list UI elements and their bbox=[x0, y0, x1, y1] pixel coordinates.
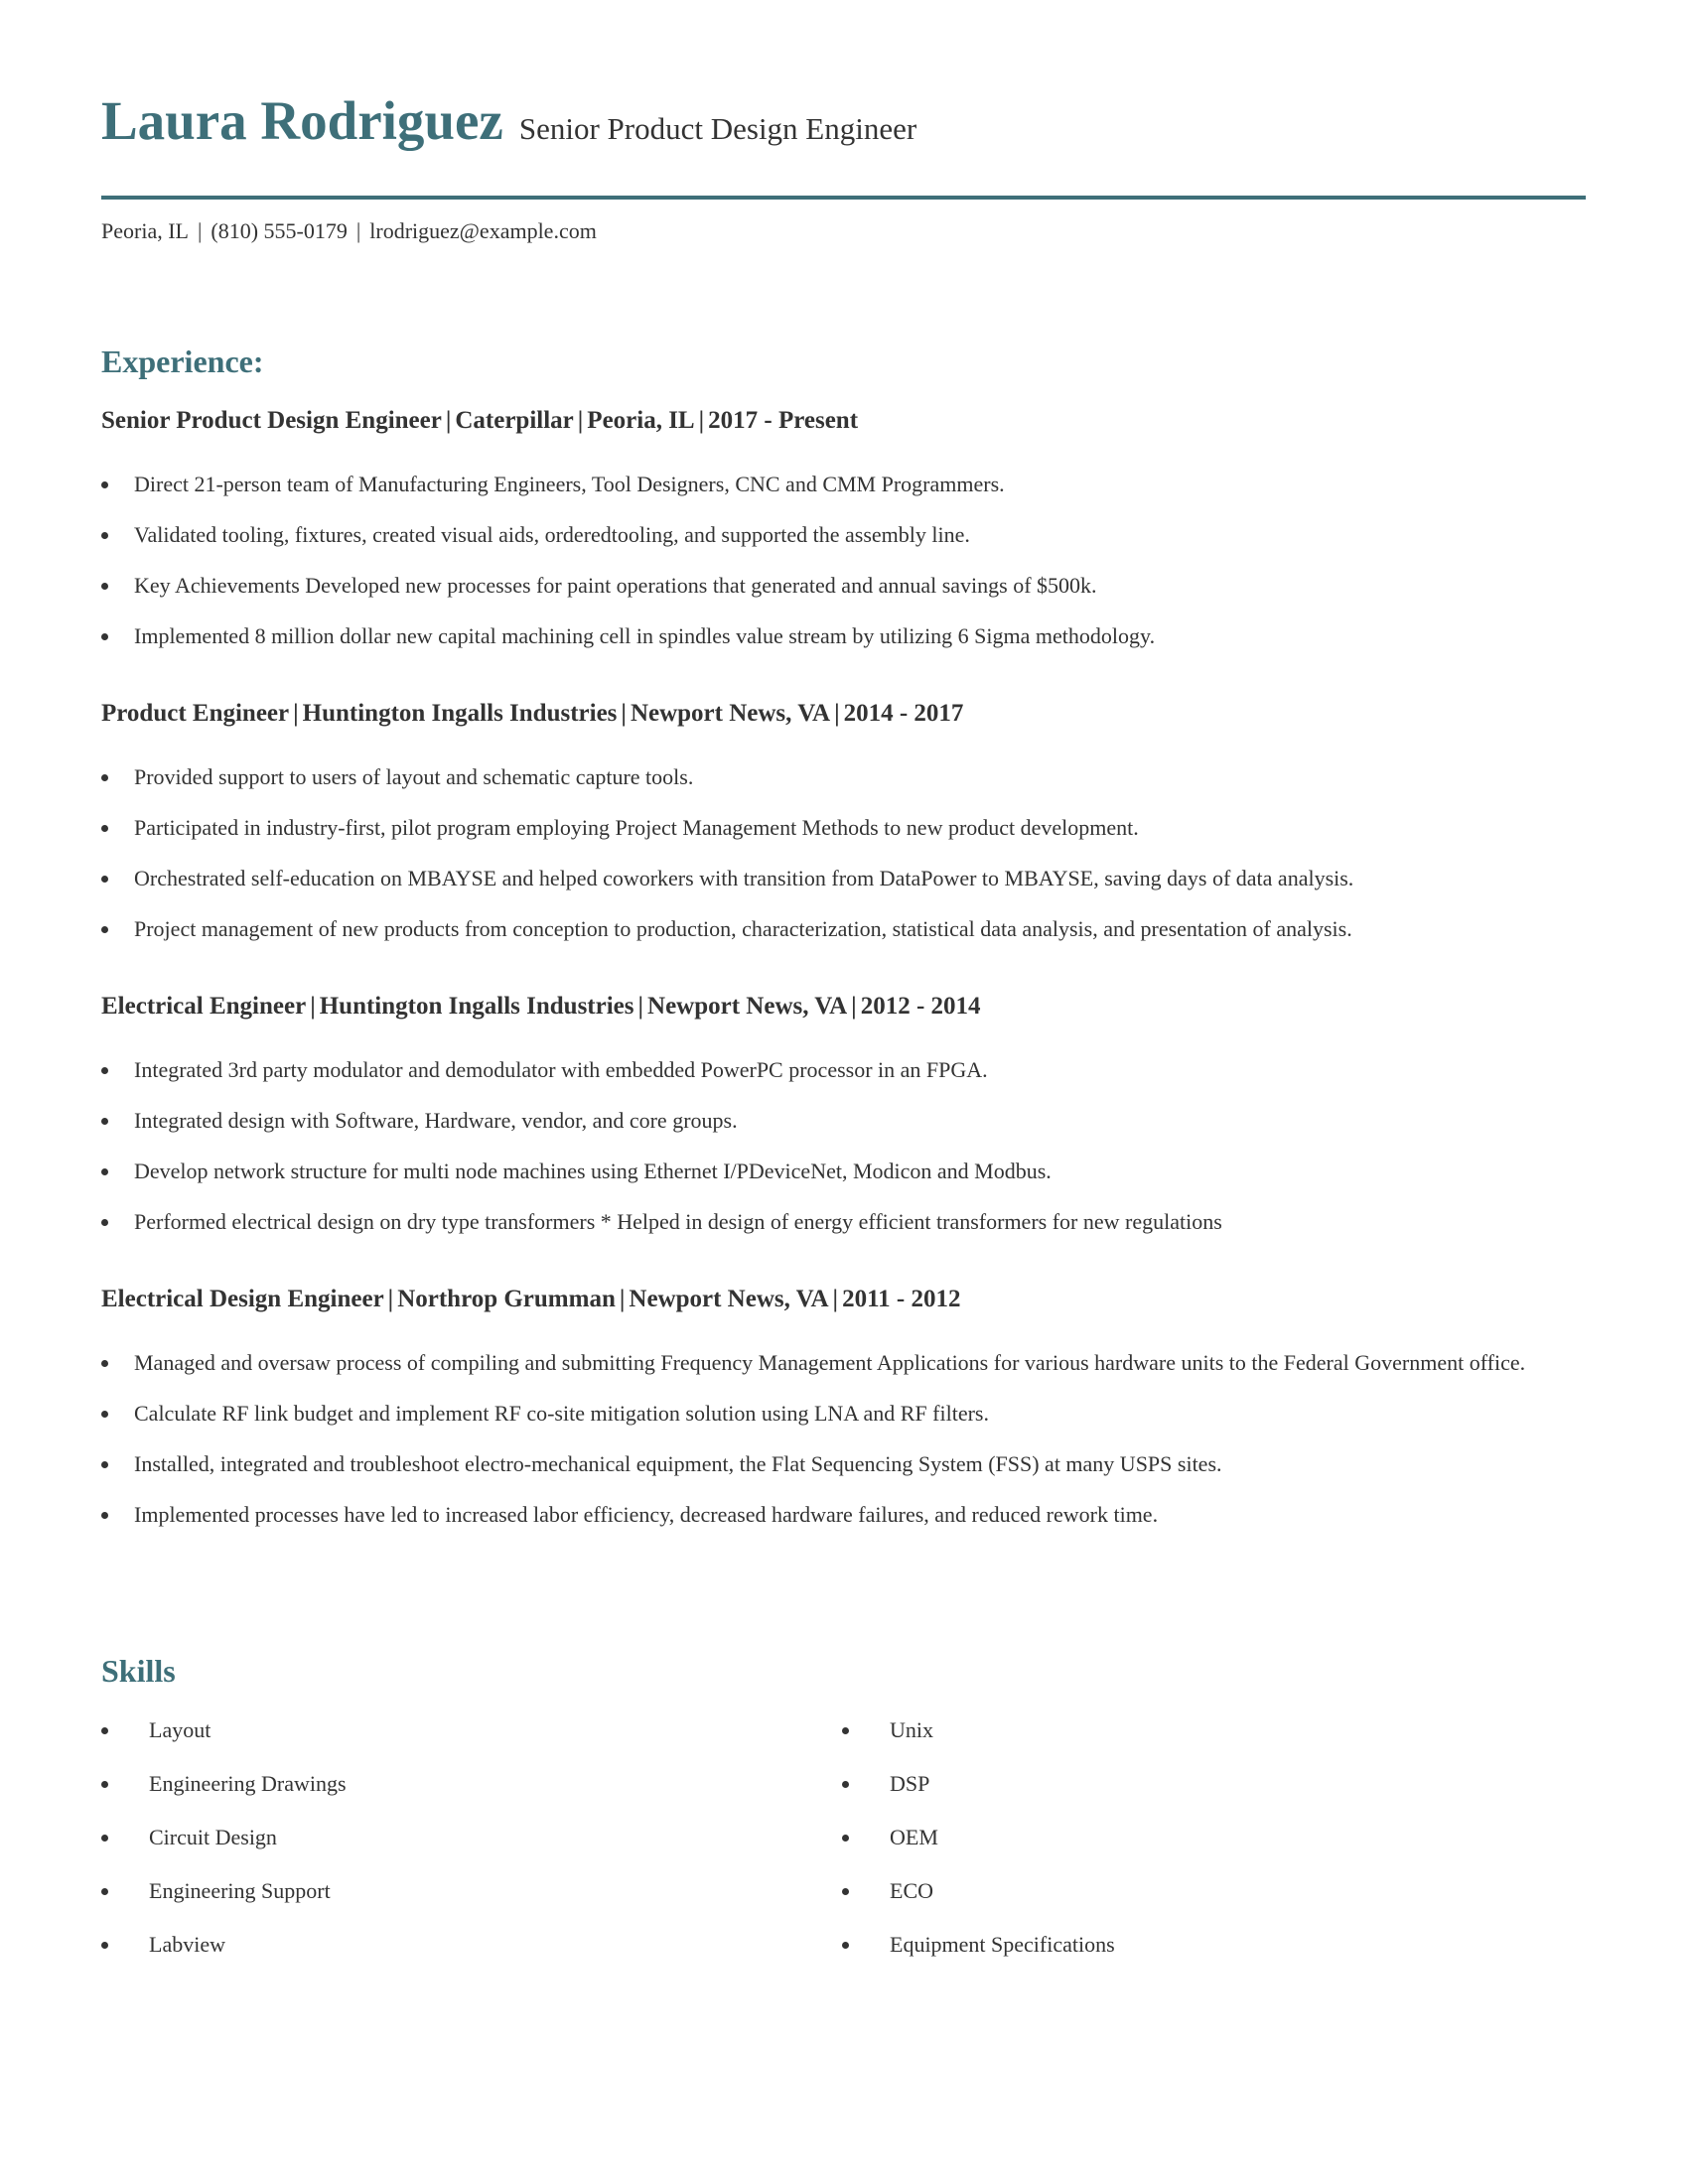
experience-heading: Experience: bbox=[101, 343, 264, 379]
job-bullets: Provided support to users of layout and … bbox=[101, 760, 1586, 946]
job-bullet: Installed, integrated and troubleshoot e… bbox=[101, 1447, 1586, 1481]
job-company: Northrop Grumman bbox=[397, 1286, 616, 1312]
candidate-title: Senior Product Design Engineer bbox=[518, 111, 917, 146]
skill-item: OEM bbox=[842, 1821, 1115, 1854]
job-entry: Product Engineer | Huntington Ingalls Indu… bbox=[101, 699, 1586, 946]
job-bullet: Performed electrical design on dry type … bbox=[101, 1205, 1586, 1239]
job-bullet: Project management of new products from … bbox=[101, 912, 1586, 946]
job-entry: Electrical Design Engineer | Northrop Grum… bbox=[101, 1285, 1586, 1532]
contact-email[interactable]: lrodriguez@example.com bbox=[369, 218, 597, 243]
job-dates: 2012 - 2014 bbox=[860, 993, 981, 1020]
job-bullets: Direct 21-person team of Manufacturing E… bbox=[101, 468, 1586, 653]
skill-item: Labview bbox=[101, 1928, 347, 1962]
job-company: Huntington Ingalls Industries bbox=[302, 700, 618, 727]
skill-item: Unix bbox=[842, 1713, 1115, 1747]
job-title: Senior Product Design Engineer | Caterpill… bbox=[101, 407, 859, 434]
job-bullet: Participated in industry-first, pilot pr… bbox=[101, 811, 1586, 845]
skill-item: ECO bbox=[842, 1874, 1115, 1908]
job-location: Newport News, VA bbox=[647, 993, 848, 1020]
contact-info: Peoria, IL | (810) 555-0179 | lrodriguez@exa… bbox=[101, 217, 597, 245]
job-bullet: Integrated 3rd party modulator and demod… bbox=[101, 1053, 1586, 1087]
job-bullets: Integrated 3rd party modulator and demod… bbox=[101, 1053, 1586, 1239]
job-dates: 2011 - 2012 bbox=[842, 1286, 961, 1312]
skills-heading: Skills bbox=[101, 1653, 176, 1689]
candidate-name: Laura Rodriguez bbox=[101, 90, 503, 151]
job-location: Peoria, IL bbox=[587, 407, 695, 434]
contact-separator: | bbox=[197, 218, 203, 243]
job-bullet: Implemented processes have led to increa… bbox=[101, 1498, 1586, 1532]
job-dates: 2014 - 2017 bbox=[843, 700, 964, 727]
skill-item: Layout bbox=[101, 1713, 347, 1747]
contact-location: Peoria, IL bbox=[101, 218, 189, 243]
job-dates: 2017 - Present bbox=[708, 407, 859, 434]
job-role: Electrical Design Engineer bbox=[101, 1286, 384, 1312]
job-title: Product Engineer | Huntington Ingalls Indu… bbox=[101, 700, 964, 727]
job-role: Senior Product Design Engineer bbox=[101, 407, 442, 434]
job-bullet: Implemented 8 million dollar new capital… bbox=[101, 619, 1586, 653]
job-entry: Electrical Engineer | Huntington Ingalls I… bbox=[101, 992, 1586, 1239]
header-divider bbox=[101, 196, 1586, 200]
contact-phone: (810) 555-0179 bbox=[211, 218, 348, 243]
job-bullet: Validated tooling, fixtures, created vis… bbox=[101, 518, 1586, 552]
skill-item: Circuit Design bbox=[101, 1821, 347, 1854]
skill-item: Equipment Specifications bbox=[842, 1928, 1115, 1962]
job-role: Product Engineer bbox=[101, 700, 290, 727]
job-bullet: Develop network structure for multi node… bbox=[101, 1155, 1586, 1188]
job-company: Caterpillar bbox=[455, 407, 574, 434]
job-bullets: Managed and oversaw process of compiling… bbox=[101, 1346, 1586, 1532]
skills-column-left: Layout Engineering Drawings Circuit Desi… bbox=[101, 1713, 347, 1981]
skill-item: Engineering Drawings bbox=[101, 1767, 347, 1801]
job-company: Huntington Ingalls Industries bbox=[319, 993, 634, 1020]
job-bullet: Orchestrated self-education on MBAYSE an… bbox=[101, 862, 1586, 895]
job-bullet: Integrated design with Software, Hardwar… bbox=[101, 1104, 1586, 1138]
skills-column-right: Unix DSP OEM ECO Equipment Specification… bbox=[842, 1713, 1115, 1981]
job-bullet: Key Achievements Developed new processes… bbox=[101, 569, 1586, 603]
skill-item: Engineering Support bbox=[101, 1874, 347, 1908]
job-bullet: Provided support to users of layout and … bbox=[101, 760, 1586, 794]
job-entry: Senior Product Design Engineer | Caterpill… bbox=[101, 406, 1586, 653]
job-title: Electrical Engineer | Huntington Ingalls I… bbox=[101, 993, 981, 1020]
job-bullet: Calculate RF link budget and implement R… bbox=[101, 1397, 1586, 1431]
job-location: Newport News, VA bbox=[629, 1286, 829, 1312]
job-location: Newport News, VA bbox=[630, 700, 831, 727]
job-bullet: Managed and oversaw process of compiling… bbox=[101, 1346, 1586, 1380]
contact-separator: | bbox=[355, 218, 361, 243]
job-role: Electrical Engineer bbox=[101, 993, 307, 1020]
skill-item: DSP bbox=[842, 1767, 1115, 1801]
resume-header: Laura Rodriguez Senior Product Design Eng… bbox=[101, 91, 916, 151]
job-bullet: Direct 21-person team of Manufacturing E… bbox=[101, 468, 1586, 501]
job-title: Electrical Design Engineer | Northrop Grum… bbox=[101, 1286, 961, 1312]
